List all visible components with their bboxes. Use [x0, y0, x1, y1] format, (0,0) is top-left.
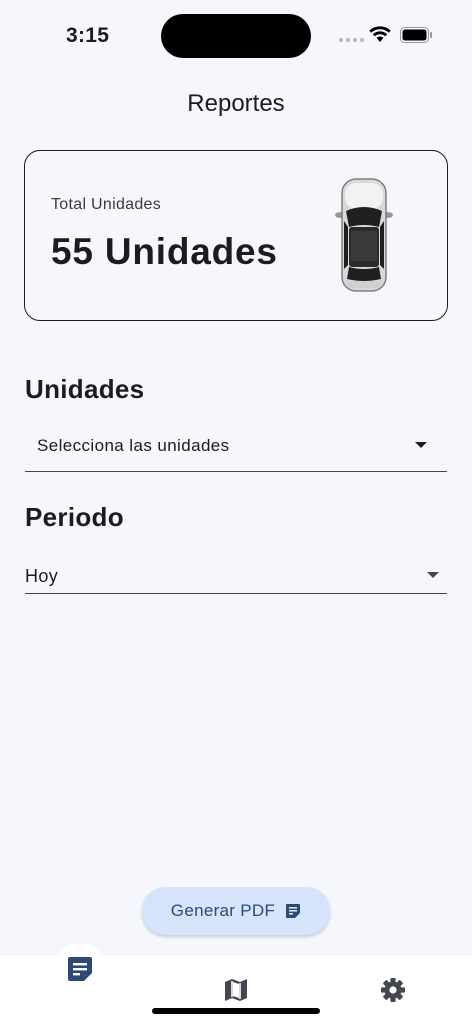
gear-icon — [381, 978, 405, 1002]
status-time: 3:15 — [66, 24, 110, 47]
page-title: Reportes — [187, 90, 285, 117]
units-section-title: Unidades — [25, 374, 145, 404]
generate-pdf-label: Generar PDF — [170, 901, 276, 920]
status-bar: 3:15 — [0, 0, 472, 70]
period-dropdown-value: Hoy — [25, 566, 59, 586]
period-dropdown[interactable]: Hoy — [25, 552, 447, 594]
dynamic-island — [161, 14, 311, 58]
home-indicator — [152, 1008, 320, 1014]
report-note-icon — [68, 957, 92, 981]
dropdown-arrow-icon — [427, 572, 439, 578]
units-dropdown-placeholder: Selecciona las unidades — [37, 436, 230, 455]
note-icon — [286, 904, 301, 918]
nav-item-map[interactable] — [216, 970, 256, 1010]
total-units-value: 55 Unidades — [51, 231, 278, 272]
total-units-card: Total Unidades 55 Unidades — [24, 150, 448, 321]
generate-pdf-button[interactable]: Generar PDF — [142, 887, 330, 935]
dropdown-arrow-icon — [415, 442, 427, 448]
period-section-title: Periodo — [25, 502, 124, 532]
units-dropdown[interactable]: Selecciona las unidades — [25, 422, 447, 472]
nav-item-settings[interactable] — [373, 970, 413, 1010]
total-units-label: Total Unidades — [51, 196, 162, 213]
car-top-view-icon — [335, 178, 393, 292]
wifi-icon — [369, 26, 391, 42]
nav-item-reports[interactable] — [54, 943, 106, 995]
map-icon — [225, 979, 247, 1001]
cellular-signal-icon — [339, 38, 364, 42]
battery-icon — [400, 27, 432, 43]
